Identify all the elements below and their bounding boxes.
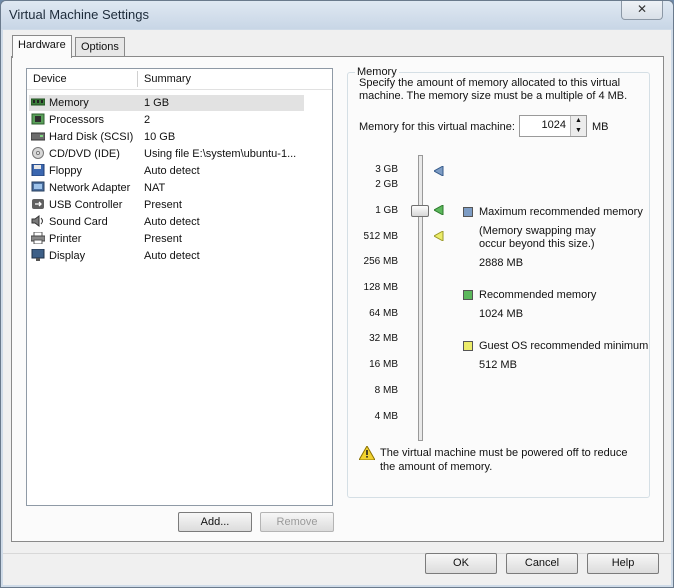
device-name: Network Adapter bbox=[49, 182, 131, 194]
help-button[interactable]: Help bbox=[587, 553, 659, 574]
device-summary: Auto detect bbox=[144, 250, 200, 262]
memory-spinbox[interactable]: 1024 ▲ ▼ bbox=[519, 115, 587, 137]
warning-text: The virtual machine must be powered off … bbox=[380, 447, 628, 459]
device-name: Display bbox=[49, 250, 86, 262]
ok-button[interactable]: OK bbox=[425, 553, 497, 574]
network-adapter-icon bbox=[31, 181, 45, 192]
close-button[interactable]: ✕ bbox=[621, 1, 663, 20]
scale-label: 256 MB bbox=[363, 256, 398, 267]
guest-minimum-swatch bbox=[463, 341, 473, 351]
device-summary: 1 GB bbox=[144, 97, 170, 109]
scale-label: 1 GB bbox=[375, 205, 398, 216]
device-name: Sound Card bbox=[49, 216, 108, 228]
scale-label: 16 MB bbox=[369, 359, 398, 370]
title-bar: Virtual Machine Settings ✕ bbox=[1, 1, 673, 29]
tab-hardware[interactable]: Hardware bbox=[12, 35, 72, 58]
scale-label: 32 MB bbox=[369, 333, 398, 344]
device-row-cd-dvd[interactable]: CD/DVD (IDE) Using file E:\system\ubuntu… bbox=[29, 146, 304, 162]
memory-description: Specify the amount of memory allocated t… bbox=[359, 77, 621, 89]
scale-label: 8 MB bbox=[374, 385, 398, 396]
device-summary: Present bbox=[144, 199, 182, 211]
device-row-hard-disk[interactable]: Hard Disk (SCSI) 10 GB bbox=[29, 129, 304, 145]
device-list-header: Device Summary bbox=[27, 69, 332, 90]
memory-description: machine. The memory size must be a multi… bbox=[359, 90, 628, 102]
device-row-network-adapter[interactable]: Network Adapter NAT bbox=[29, 180, 304, 196]
device-row-sound-card[interactable]: Sound Card Auto detect bbox=[29, 214, 304, 230]
memory-slider-track[interactable] bbox=[418, 155, 423, 441]
sound-card-icon bbox=[31, 215, 43, 227]
device-summary: 2 bbox=[144, 114, 151, 126]
device-list[interactable]: Device Summary Memory 1 GB Processors 2 … bbox=[26, 68, 333, 506]
recommended-memory-swatch bbox=[463, 290, 473, 300]
recommended-arrow-icon bbox=[434, 205, 444, 215]
memory-slider-thumb[interactable] bbox=[411, 205, 429, 217]
processor-icon bbox=[31, 113, 45, 125]
device-name: Printer bbox=[49, 233, 82, 245]
add-device-button[interactable]: Add... bbox=[178, 512, 252, 532]
scale-label: 4 MB bbox=[374, 411, 398, 422]
max-recommended-arrow-icon bbox=[434, 166, 444, 176]
guest-minimum-label: Guest OS recommended minimum bbox=[479, 340, 649, 352]
device-name: Hard Disk (SCSI) bbox=[49, 131, 134, 143]
device-name: USB Controller bbox=[49, 199, 123, 211]
printer-icon bbox=[31, 232, 45, 244]
remove-device-button[interactable]: Remove bbox=[260, 512, 334, 532]
scale-label: 2 GB bbox=[375, 179, 398, 190]
max-memory-label: Maximum recommended memory bbox=[479, 206, 643, 218]
memory-input[interactable]: 1024 bbox=[542, 119, 566, 131]
memory-unit: MB bbox=[592, 121, 609, 133]
dialog-body: Hardware Options Device Summary Memory 1… bbox=[3, 30, 671, 585]
memory-field-label: Memory for this virtual machine: bbox=[359, 121, 515, 133]
scale-label: 512 MB bbox=[363, 231, 398, 242]
display-icon bbox=[31, 249, 45, 261]
summary-column-header[interactable]: Summary bbox=[144, 73, 191, 85]
memory-group: Memory Specify the amount of memory allo… bbox=[347, 66, 650, 498]
device-row-usb-controller[interactable]: USB Controller Present bbox=[29, 197, 304, 213]
floppy-icon bbox=[31, 164, 45, 176]
warning-icon bbox=[359, 446, 375, 460]
max-memory-value: 2888 MB bbox=[479, 257, 524, 269]
device-row-display[interactable]: Display Auto detect bbox=[29, 248, 304, 264]
device-name: Processors bbox=[49, 114, 105, 126]
window-title: Virtual Machine Settings bbox=[9, 7, 149, 22]
device-column-header[interactable]: Device bbox=[33, 73, 67, 85]
scale-label: 128 MB bbox=[363, 282, 398, 293]
usb-icon bbox=[32, 199, 44, 209]
scale-label: 3 GB bbox=[375, 164, 398, 175]
device-name: Memory bbox=[49, 97, 89, 109]
device-summary: Auto detect bbox=[144, 216, 200, 228]
device-name: CD/DVD (IDE) bbox=[49, 148, 120, 160]
max-memory-swatch bbox=[463, 207, 473, 217]
device-row-memory[interactable]: Memory 1 GB bbox=[29, 95, 304, 111]
min-recommended-arrow-icon bbox=[434, 231, 444, 241]
device-summary: NAT bbox=[144, 182, 166, 194]
guest-minimum-value: 512 MB bbox=[479, 359, 517, 371]
cd-dvd-icon bbox=[32, 147, 44, 159]
hardware-panel: Device Summary Memory 1 GB Processors 2 … bbox=[11, 56, 664, 542]
close-icon: ✕ bbox=[636, 2, 648, 16]
recommended-memory-value: 1024 MB bbox=[479, 308, 524, 320]
device-summary: 10 GB bbox=[144, 131, 176, 143]
memory-icon bbox=[31, 98, 45, 106]
settings-window: Virtual Machine Settings ✕ Hardware Opti… bbox=[0, 0, 674, 588]
max-memory-note: occur beyond this size.) bbox=[479, 238, 595, 250]
device-row-floppy[interactable]: Floppy Auto detect bbox=[29, 163, 304, 179]
cancel-button[interactable]: Cancel bbox=[506, 553, 578, 574]
device-row-printer[interactable]: Printer Present bbox=[29, 231, 304, 247]
recommended-memory-label: Recommended memory bbox=[479, 289, 597, 301]
device-name: Floppy bbox=[49, 165, 83, 177]
device-summary: Present bbox=[144, 233, 182, 245]
device-row-processors[interactable]: Processors 2 bbox=[29, 112, 304, 128]
tab-options[interactable]: Options bbox=[75, 37, 125, 57]
spin-down-icon[interactable]: ▼ bbox=[570, 126, 586, 136]
scale-label: 64 MB bbox=[369, 308, 398, 319]
warning-text: the amount of memory. bbox=[380, 461, 493, 473]
device-summary: Using file E:\system\ubuntu-1... bbox=[144, 148, 297, 160]
hard-disk-icon bbox=[31, 132, 45, 141]
device-summary: Auto detect bbox=[144, 165, 200, 177]
max-memory-note: (Memory swapping may bbox=[479, 225, 596, 237]
